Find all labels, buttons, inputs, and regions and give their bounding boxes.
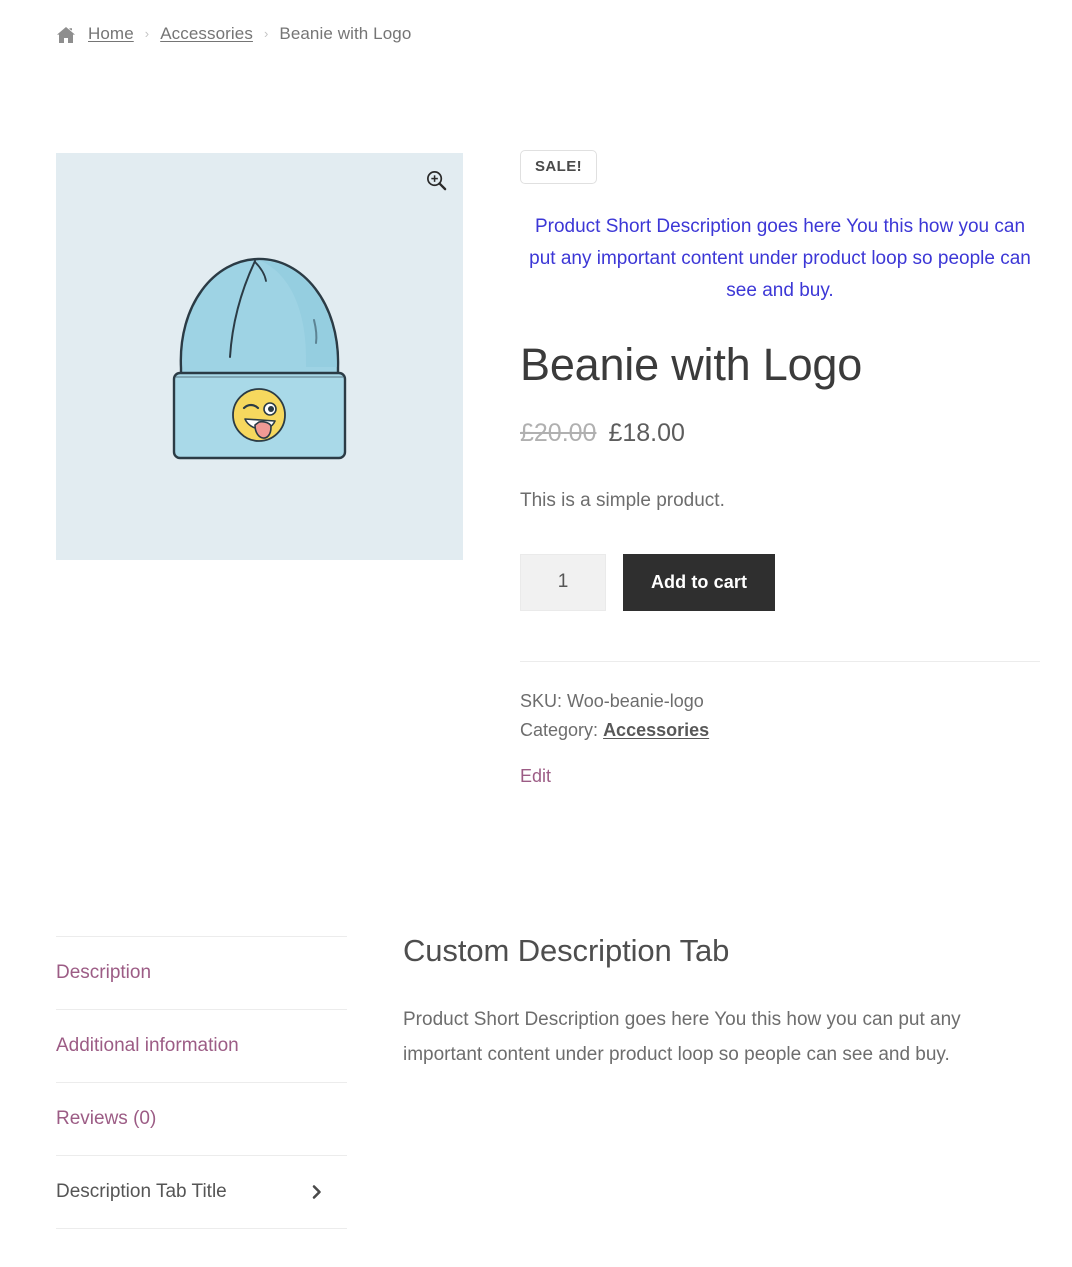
tab-description-tab-title[interactable]: Description Tab Title xyxy=(56,1156,347,1229)
page-title: Beanie with Logo xyxy=(520,339,863,390)
product-meta: SKU: Woo-beanie-logo Category: Accessori… xyxy=(520,687,1040,745)
magnify-plus-icon[interactable] xyxy=(409,153,463,207)
product-summary: SALE! Product Short Description goes her… xyxy=(520,150,1040,787)
tab-label: Additional information xyxy=(56,1035,239,1056)
home-icon[interactable] xyxy=(56,26,76,44)
chevron-right-icon xyxy=(309,1184,325,1200)
tab-additional-information[interactable]: Additional information xyxy=(56,1010,347,1083)
category-link-accessories[interactable]: Accessories xyxy=(603,720,709,740)
add-to-cart-form: Add to cart xyxy=(520,553,1040,611)
product-gallery[interactable] xyxy=(56,153,463,560)
breadcrumb-separator: › xyxy=(144,25,150,41)
product-category: Category: Accessories xyxy=(520,716,1040,745)
tab-panel-description: Custom Description Tab Product Short Des… xyxy=(403,932,1043,1072)
sku-value: Woo-beanie-logo xyxy=(567,690,704,711)
status-badge-sale: SALE! xyxy=(520,150,597,184)
product-sku: SKU: Woo-beanie-logo xyxy=(520,687,1040,716)
product-short-description: Product Short Description goes here You … xyxy=(529,216,1031,301)
breadcrumb-link-accessories[interactable]: Accessories xyxy=(160,24,253,44)
tab-label: Description Tab Title xyxy=(56,1181,227,1202)
tab-description[interactable]: Description xyxy=(56,937,347,1010)
sku-label: SKU: xyxy=(520,690,563,711)
edit-product-link[interactable]: Edit xyxy=(520,766,551,787)
breadcrumb: Home › Accessories › Beanie with Logo xyxy=(56,24,411,44)
tab-panel-title: Custom Description Tab xyxy=(403,933,730,968)
product-tabs-nav: Description Additional information Revie… xyxy=(56,936,347,1229)
price-sale: £18.00 xyxy=(608,418,685,447)
divider xyxy=(520,660,1040,662)
quantity-input[interactable] xyxy=(520,553,606,611)
add-to-cart-button[interactable]: Add to cart xyxy=(623,553,775,611)
category-label: Category: xyxy=(520,719,599,740)
tab-label: Reviews (0) xyxy=(56,1108,157,1129)
breadcrumb-link-home[interactable]: Home xyxy=(88,24,134,44)
stock-status: This is a simple product. xyxy=(520,489,725,511)
tab-panel-body: Product Short Description goes here You … xyxy=(403,1009,961,1066)
price-original: £20.00 xyxy=(520,418,597,447)
product-image xyxy=(56,153,463,560)
product-price: £20.00 £18.00 xyxy=(520,418,1040,447)
tab-label: Description xyxy=(56,962,152,983)
breadcrumb-separator: › xyxy=(263,25,269,41)
tab-reviews[interactable]: Reviews (0) xyxy=(56,1083,347,1156)
breadcrumb-current: Beanie with Logo xyxy=(279,24,412,43)
